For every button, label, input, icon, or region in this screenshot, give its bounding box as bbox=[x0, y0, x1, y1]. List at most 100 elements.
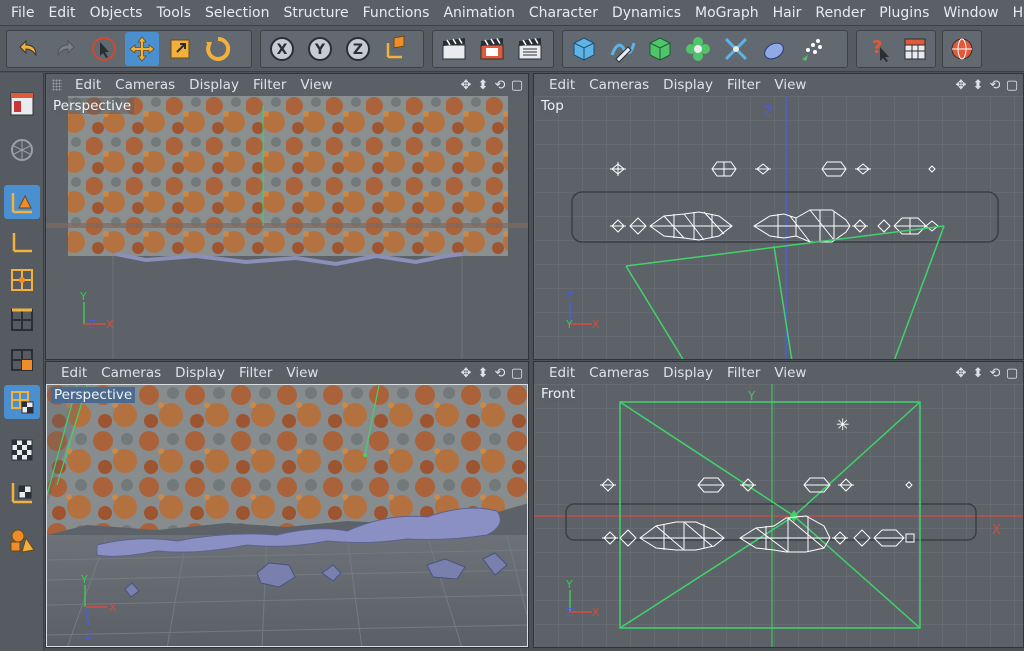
checker-button[interactable] bbox=[4, 433, 40, 467]
help-button[interactable]: ? bbox=[861, 32, 894, 66]
viewport-nav-controls: ✥ ⬍ ⟲ ▢ bbox=[459, 74, 524, 96]
maximize-icon[interactable]: ▢ bbox=[1005, 78, 1019, 93]
coordinate-system-button[interactable] bbox=[379, 32, 413, 66]
vp-menu-edit[interactable]: Edit bbox=[68, 74, 108, 96]
dolly-icon[interactable]: ⬍ bbox=[971, 78, 985, 93]
pan-icon[interactable]: ✥ bbox=[459, 366, 473, 381]
vp-menu-display[interactable]: Display bbox=[656, 362, 720, 384]
texture-axis-button[interactable] bbox=[4, 475, 40, 509]
menu-help[interactable]: Help bbox=[1006, 0, 1024, 26]
viewport-label-top[interactable]: Top bbox=[538, 98, 567, 114]
viewport-label-front[interactable]: Front bbox=[538, 386, 579, 402]
pan-icon[interactable]: ✥ bbox=[459, 78, 473, 93]
vp-menu-display[interactable]: Display bbox=[182, 74, 246, 96]
viewport-canvas[interactable]: Y X Z Perspective bbox=[46, 384, 528, 647]
move-button[interactable] bbox=[125, 32, 159, 66]
add-cube-button[interactable] bbox=[567, 32, 601, 66]
undo-button[interactable] bbox=[11, 32, 45, 66]
model-mode-button[interactable] bbox=[4, 133, 40, 167]
menu-mograph[interactable]: MoGraph bbox=[688, 0, 766, 26]
menu-render[interactable]: Render bbox=[808, 0, 872, 26]
vp-menu-filter[interactable]: Filter bbox=[720, 74, 767, 96]
menu-plugins[interactable]: Plugins bbox=[872, 0, 936, 26]
scale-button[interactable] bbox=[163, 32, 197, 66]
menu-edit[interactable]: Edit bbox=[41, 0, 82, 26]
viewport-canvas[interactable]: Y Z X Perspective bbox=[46, 96, 528, 359]
edges-mode-button[interactable] bbox=[4, 303, 40, 337]
viewport-canvas[interactable]: X Y ✳ Y Z X Front bbox=[534, 384, 1023, 647]
vp-menu-filter[interactable]: Filter bbox=[232, 362, 279, 384]
viewport-perspective-top[interactable]: Edit Cameras Display Filter View ✥ ⬍ ⟲ ▢ bbox=[45, 73, 529, 360]
viewport-front[interactable]: Edit Cameras Display Filter View ✥ ⬍ ⟲ ▢ bbox=[533, 361, 1024, 648]
workplane-button[interactable] bbox=[4, 523, 40, 557]
dolly-icon[interactable]: ⬍ bbox=[971, 366, 985, 381]
maximize-icon[interactable]: ▢ bbox=[510, 366, 524, 381]
orbit-icon[interactable]: ⟲ bbox=[493, 366, 507, 381]
pan-icon[interactable]: ✥ bbox=[954, 78, 968, 93]
viewport-label-perspective-active[interactable]: Perspective bbox=[51, 387, 136, 403]
pan-icon[interactable]: ✥ bbox=[954, 366, 968, 381]
vp-menu-cameras[interactable]: Cameras bbox=[108, 74, 182, 96]
polygons-mode-button[interactable] bbox=[4, 343, 40, 377]
axis-mode-button[interactable] bbox=[4, 225, 40, 259]
rotate-button[interactable] bbox=[201, 32, 235, 66]
vp-menu-edit[interactable]: Edit bbox=[542, 74, 582, 96]
vp-menu-edit[interactable]: Edit bbox=[54, 362, 94, 384]
viewport-grip-icon[interactable] bbox=[52, 79, 62, 91]
menu-objects[interactable]: Objects bbox=[83, 0, 150, 26]
viewport-canvas[interactable]: Z Z Y X Top bbox=[534, 96, 1023, 359]
render-picture-viewer-button[interactable] bbox=[475, 32, 509, 66]
add-nurbs-button[interactable] bbox=[643, 32, 677, 66]
menu-file[interactable]: File bbox=[4, 0, 41, 26]
object-axis-mode-button[interactable] bbox=[4, 185, 40, 219]
menu-functions[interactable]: Functions bbox=[356, 0, 437, 26]
menu-hair[interactable]: Hair bbox=[766, 0, 809, 26]
viewport-layout-button[interactable] bbox=[4, 87, 40, 121]
vp-menu-cameras[interactable]: Cameras bbox=[582, 74, 656, 96]
viewport-top[interactable]: Edit Cameras Display Filter View ✥ ⬍ ⟲ ▢ bbox=[533, 73, 1024, 360]
viewport-perspective-bottom[interactable]: Edit Cameras Display Filter View ✥ ⬍ ⟲ ▢ bbox=[45, 361, 529, 648]
vp-menu-view[interactable]: View bbox=[767, 74, 813, 96]
x-axis-lock-button[interactable]: X bbox=[265, 32, 299, 66]
layout-button[interactable] bbox=[898, 32, 931, 66]
menu-character[interactable]: Character bbox=[522, 0, 605, 26]
vp-menu-view[interactable]: View bbox=[279, 362, 325, 384]
add-array-button[interactable] bbox=[681, 32, 715, 66]
vp-menu-view[interactable]: View bbox=[767, 362, 813, 384]
y-axis-lock-button[interactable]: Y bbox=[303, 32, 337, 66]
viewport-label-perspective[interactable]: Perspective bbox=[50, 98, 135, 114]
points-mode-button[interactable] bbox=[4, 263, 40, 297]
vp-menu-display[interactable]: Display bbox=[656, 74, 720, 96]
render-settings-button[interactable] bbox=[513, 32, 547, 66]
vp-menu-filter[interactable]: Filter bbox=[246, 74, 293, 96]
live-selection-button[interactable] bbox=[87, 32, 121, 66]
menu-selection[interactable]: Selection bbox=[198, 0, 277, 26]
maximize-icon[interactable]: ▢ bbox=[510, 78, 524, 93]
dolly-icon[interactable]: ⬍ bbox=[476, 78, 490, 93]
vp-menu-edit[interactable]: Edit bbox=[542, 362, 582, 384]
menu-window[interactable]: Window bbox=[936, 0, 1005, 26]
orbit-icon[interactable]: ⟲ bbox=[988, 366, 1002, 381]
orbit-icon[interactable]: ⟲ bbox=[493, 78, 507, 93]
add-deformer-button[interactable] bbox=[719, 32, 753, 66]
add-scene-button[interactable] bbox=[757, 32, 791, 66]
redo-button[interactable] bbox=[49, 32, 83, 66]
dolly-icon[interactable]: ⬍ bbox=[476, 366, 490, 381]
vp-menu-display[interactable]: Display bbox=[168, 362, 232, 384]
menu-structure[interactable]: Structure bbox=[276, 0, 355, 26]
orbit-icon[interactable]: ⟲ bbox=[988, 78, 1002, 93]
vp-menu-view[interactable]: View bbox=[293, 74, 339, 96]
online-button[interactable] bbox=[947, 32, 977, 66]
vp-menu-cameras[interactable]: Cameras bbox=[582, 362, 656, 384]
add-spline-button[interactable] bbox=[605, 32, 639, 66]
maximize-icon[interactable]: ▢ bbox=[1005, 366, 1019, 381]
vp-menu-filter[interactable]: Filter bbox=[720, 362, 767, 384]
vp-menu-cameras[interactable]: Cameras bbox=[94, 362, 168, 384]
z-axis-lock-button[interactable]: Z bbox=[341, 32, 375, 66]
render-view-button[interactable] bbox=[437, 32, 471, 66]
menu-animation[interactable]: Animation bbox=[436, 0, 521, 26]
add-particles-button[interactable] bbox=[795, 32, 829, 66]
menu-dynamics[interactable]: Dynamics bbox=[605, 0, 688, 26]
texture-mode-button[interactable] bbox=[4, 385, 40, 419]
menu-tools[interactable]: Tools bbox=[149, 0, 198, 26]
